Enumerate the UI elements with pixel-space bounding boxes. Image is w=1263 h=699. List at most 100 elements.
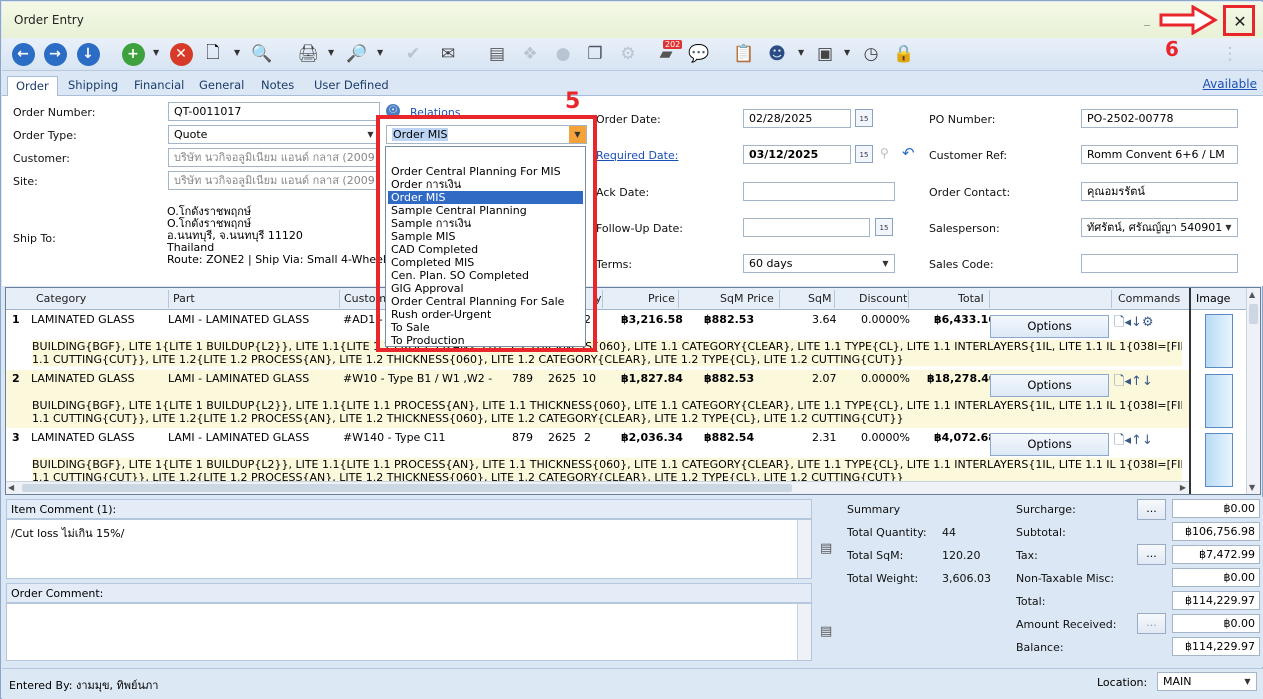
col-image[interactable]: Image [1191,288,1247,310]
required-date-label[interactable]: Required Date: [596,149,678,162]
person-icon[interactable]: ☻ [764,41,790,67]
po-number-field[interactable]: PO-2502-00778 [1081,109,1238,128]
tab-order[interactable]: Order [7,76,58,96]
ack-date-field[interactable] [743,182,895,201]
table-row[interactable]: 3 LAMINATED GLASS LAMI - LAMINATED GLASS… [6,429,1189,481]
chat-icon[interactable]: 💬 [686,41,712,67]
back-icon[interactable]: ← [10,41,36,67]
tape-dropdown-icon[interactable]: ▼ [844,48,850,57]
calendar-icon[interactable]: 15 [855,145,873,163]
tab-financial[interactable]: Financial [126,76,192,96]
scroll-right-icon[interactable]: ▶ [1180,483,1186,492]
add-dropdown-icon[interactable]: ▼ [153,48,159,57]
tab-user-defined[interactable]: User Defined [306,76,397,96]
tab-general[interactable]: General [191,76,252,96]
copy-dropdown-icon[interactable]: ▼ [234,48,240,57]
terms-select[interactable]: 60 days ▼ [743,254,895,273]
scroll-down-icon[interactable]: ▼ [1249,483,1255,492]
row-qty: 10 [582,372,596,385]
tax-button[interactable]: ... [1137,544,1166,565]
preview-dropdown-icon[interactable]: ▼ [377,48,383,57]
spellcheck-icon[interactable]: ▤ [820,624,834,640]
row-command-icons[interactable]: 🗋◂↑↓ [1114,431,1153,453]
options-button[interactable]: Options [990,433,1109,456]
vertical-scrollbar[interactable]: ▲ ▼ [1246,288,1260,494]
check-icon[interactable]: ✔ [400,41,426,67]
col-part[interactable]: Part [173,292,195,305]
comment-scrollbar[interactable] [797,604,811,660]
table-row[interactable]: 1 LAMINATED GLASS LAMI - LAMINATED GLASS… [6,311,1189,369]
user-icon[interactable]: ● [550,41,576,67]
spellcheck-icon[interactable]: ▤ [820,541,834,557]
comment-scrollbar[interactable] [797,520,811,578]
row-command-icons[interactable]: 🗋◂↑↓ [1114,372,1153,394]
boxes-icon[interactable]: ❐ [582,41,608,67]
minimize-button[interactable]: _ [1144,12,1158,26]
calendar-icon[interactable]: 15 [855,109,873,127]
col-discount[interactable]: Discount [859,292,907,305]
copy-icon[interactable]: 🗋 [200,41,226,67]
delete-icon[interactable]: ✕ [168,41,194,67]
print-icon[interactable]: 🖨 [295,41,321,67]
report-icon[interactable]: ▤ [484,41,510,67]
scroll-left-icon[interactable]: ◀ [8,483,14,492]
email-icon[interactable]: ✉ [435,41,461,67]
tab-notes[interactable]: Notes [253,76,302,96]
add-icon[interactable]: + [120,41,146,67]
calendar-icon[interactable]: 15 [875,218,893,236]
col-commands[interactable]: Commands [1118,292,1180,305]
required-date-field[interactable]: 03/12/2025 [743,145,851,164]
scroll-up-icon[interactable]: ▲ [1249,290,1255,299]
clock-icon[interactable]: ◷ [858,41,884,67]
salesperson-select[interactable]: ทัศรัตน์, ศรัณญ์ญา 540901 ▼ [1081,218,1238,237]
horizontal-scrollbar[interactable]: ◀ ▶ [6,481,1189,494]
scroll-thumb[interactable] [22,484,792,492]
order-contact-label: Order Contact: [929,186,1011,199]
col-category[interactable]: Category [36,292,86,305]
sales-code-field[interactable] [1081,254,1238,273]
pin-icon[interactable]: ⚲ [880,146,889,160]
preview-icon[interactable]: 🔎 [344,41,370,67]
down-icon[interactable]: ↓ [75,41,101,67]
item-comment-textarea[interactable]: /Cut loss ไม่เกิน 15%/ [6,519,812,579]
gear-icon[interactable]: ⚙ [615,41,641,67]
forward-icon[interactable]: → [42,41,68,67]
row-command-icons[interactable]: 🗋◂↓⚙ [1114,313,1154,335]
person-dropdown-icon[interactable]: ▼ [798,48,804,57]
print-dropdown-icon[interactable]: ▼ [328,48,334,57]
site-label: Site: [13,175,38,188]
share-icon[interactable]: ❖ [517,41,543,67]
order-type-select[interactable]: Quote ▼ [168,125,380,144]
order-number-field[interactable]: QT-0011017 [168,102,380,121]
order-comment-textarea[interactable] [6,603,812,661]
site-field[interactable]: บริษัท นวกิจอลูมิเนียม แอนด์ กลาส (2009)… [168,171,380,190]
col-sqm-price[interactable]: SqM Price [720,292,774,305]
clipboard-icon[interactable]: 📋 [731,41,757,67]
row-description: 1.1 CUTTING{CUT}}, LITE 1.2{LITE 1.2 PRO… [32,471,1182,481]
tab-shipping[interactable]: Shipping [60,76,126,96]
glass-thumbnail[interactable] [1205,314,1233,368]
col-sqm[interactable]: SqM [808,292,831,305]
surcharge-button[interactable]: ... [1137,499,1166,520]
amount-received-button[interactable]: ... [1137,613,1166,634]
search-icon[interactable]: 🔍 [249,41,275,67]
lock-icon[interactable]: 🔒 [891,41,917,67]
tape-icon[interactable]: ▣ [812,41,838,67]
col-total[interactable]: Total [958,292,984,305]
scroll-thumb[interactable] [1249,304,1258,324]
po-number-label: PO Number: [929,113,996,126]
order-date-field[interactable]: 02/28/2025 [743,109,851,128]
available-link[interactable]: Available [1203,77,1257,91]
order-contact-field[interactable]: คุณอมรรัตน์ [1081,182,1238,201]
undo-icon[interactable]: ↶ [902,144,915,162]
glass-thumbnail[interactable] [1205,433,1233,487]
options-button[interactable]: Options [990,315,1109,338]
col-price[interactable]: Price [648,292,675,305]
options-button[interactable]: Options [990,374,1109,397]
table-row[interactable]: 2 LAMINATED GLASS LAMI - LAMINATED GLASS… [6,370,1189,428]
follow-up-date-field[interactable] [743,218,870,237]
glass-thumbnail[interactable] [1205,374,1233,428]
location-select[interactable]: MAIN ▼ [1157,672,1257,691]
customer-ref-field[interactable]: Romm Convent 6+6 / LM [1081,145,1238,164]
customer-field[interactable]: บริษัท นวกิจอลูมิเนียม แอนด์ กลาส (2009)… [168,148,380,167]
